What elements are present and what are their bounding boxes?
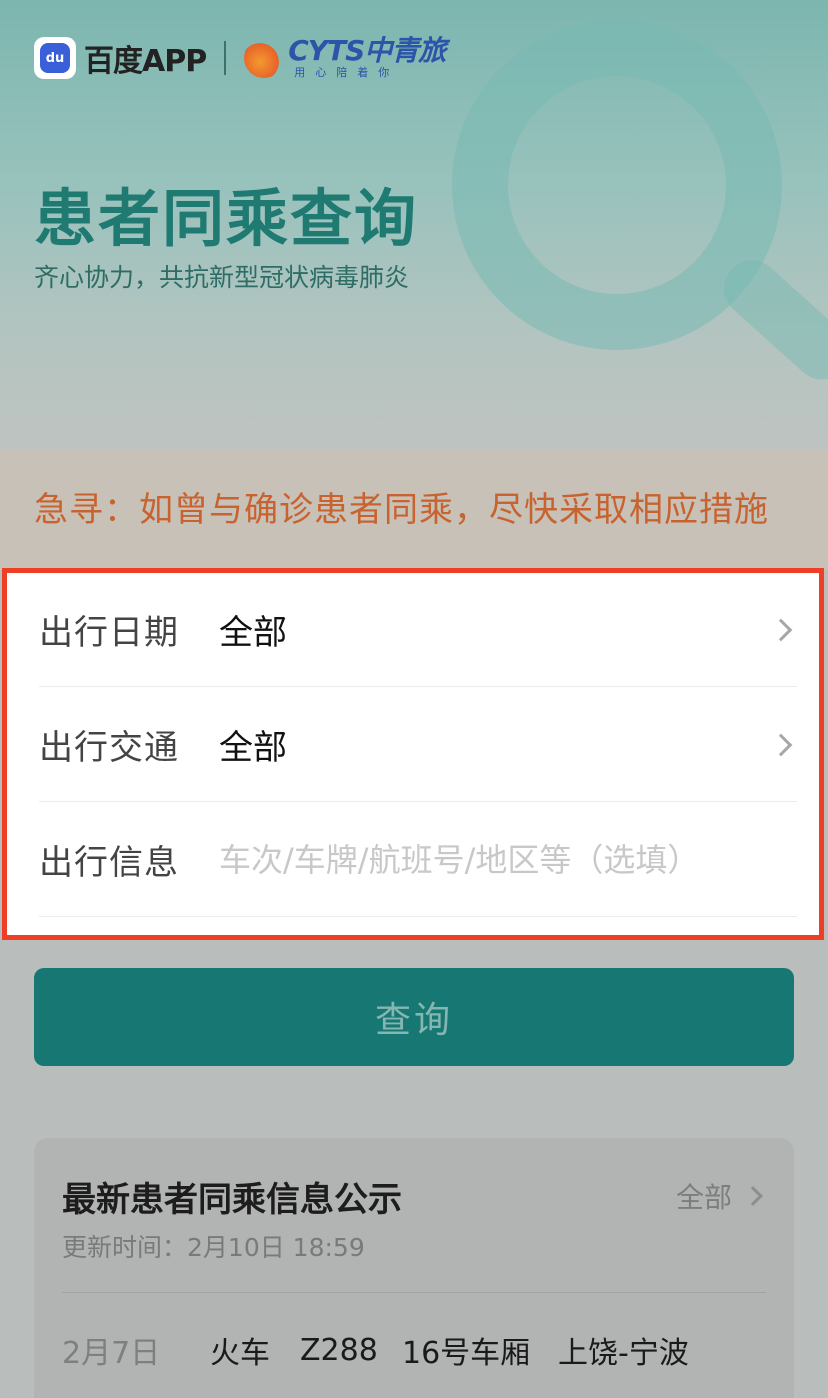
updated-label: 更新时间： [62, 1233, 188, 1262]
travel-info-label: 出行信息 [39, 843, 179, 883]
baidu-brand-text: 百度APP [84, 44, 207, 79]
record-route: 上饶-宁波 [558, 1336, 689, 1371]
cyts-logo: CYTS中青旅 用心陪着你 [288, 34, 446, 80]
transport-value[interactable]: 全部 [219, 720, 773, 769]
cyts-brand-text: CYTS中青旅 [288, 34, 446, 67]
chevron-right-icon[interactable] [769, 733, 793, 756]
cyts-slogan: 用心陪着你 [294, 66, 400, 79]
divider [62, 1292, 766, 1293]
search-form: 出行日期 全部 出行交通 全部 出行信息 [2, 568, 824, 940]
list-item[interactable]: 2月7日 火车 Z288 16号车厢 上饶-宁波 [62, 1328, 766, 1372]
logo-row: du 百度APP CYTS中青旅 用心陪着你 [34, 34, 446, 80]
travel-date-row[interactable]: 出行日期 全部 [39, 573, 797, 687]
travel-date-value[interactable]: 全部 [219, 605, 773, 654]
travel-info-row: 出行信息 [39, 803, 797, 917]
chevron-right-icon[interactable] [743, 1186, 763, 1206]
latest-info-title: 最新患者同乘信息公示 [62, 1180, 402, 1220]
query-button[interactable]: 查询 [34, 968, 794, 1066]
baidu-logo-icon: du [34, 37, 76, 79]
transport-label: 出行交通 [39, 728, 179, 768]
latest-info-card: 最新患者同乘信息公示 全部 更新时间：2月10日 18:59 2月7日 火车 Z… [34, 1138, 794, 1398]
chevron-right-icon[interactable] [769, 618, 793, 641]
record-car: 16号车厢 [402, 1336, 531, 1371]
transport-row[interactable]: 出行交通 全部 [39, 688, 797, 802]
updated-time: 更新时间：2月10日 18:59 [62, 1228, 365, 1264]
record-mode: 火车 [210, 1336, 270, 1371]
record-date: 2月7日 [62, 1336, 161, 1371]
updated-value: 2月10日 18:59 [187, 1233, 365, 1262]
record-number: Z288 [300, 1332, 378, 1368]
baidu-paw-icon: du [40, 43, 70, 73]
logo-divider [224, 41, 227, 75]
travel-date-label: 出行日期 [39, 613, 179, 653]
page-title: 患者同乘查询 [34, 182, 419, 255]
alert-text: 急寻：如曾与确诊患者同乘，尽快采取相应措施 [34, 490, 769, 530]
view-all-link[interactable]: 全部 [676, 1176, 763, 1216]
travel-info-input[interactable] [219, 840, 797, 879]
cyts-flame-icon [244, 38, 285, 78]
view-all-label[interactable]: 全部 [676, 1176, 732, 1216]
magnifier-handle-graphic [712, 249, 828, 391]
page-subtitle: 齐心协力，共抗新型冠状病毒肺炎 [34, 263, 410, 292]
